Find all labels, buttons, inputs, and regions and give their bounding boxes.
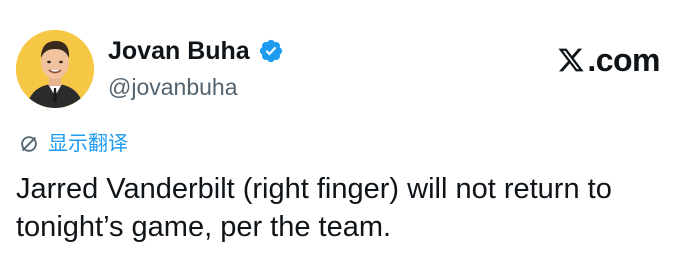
show-translation-label: 显示翻译	[48, 133, 128, 155]
brand-watermark: .com	[557, 44, 660, 76]
tweet-text: Jarred Vanderbilt (right finger) will no…	[16, 173, 612, 243]
brand-text: .com	[587, 42, 660, 78]
author-handle[interactable]: @jovanbuha	[108, 76, 238, 99]
author-row: Jovan Buha	[108, 38, 284, 64]
translate-icon	[21, 136, 37, 152]
author-name[interactable]: Jovan Buha	[108, 38, 250, 64]
avatar[interactable]	[16, 30, 94, 108]
avatar-portrait-icon	[16, 30, 94, 108]
show-translation-button[interactable]: 显示翻译	[18, 133, 128, 155]
verified-badge-icon	[258, 38, 284, 64]
x-logo-icon	[558, 48, 584, 72]
